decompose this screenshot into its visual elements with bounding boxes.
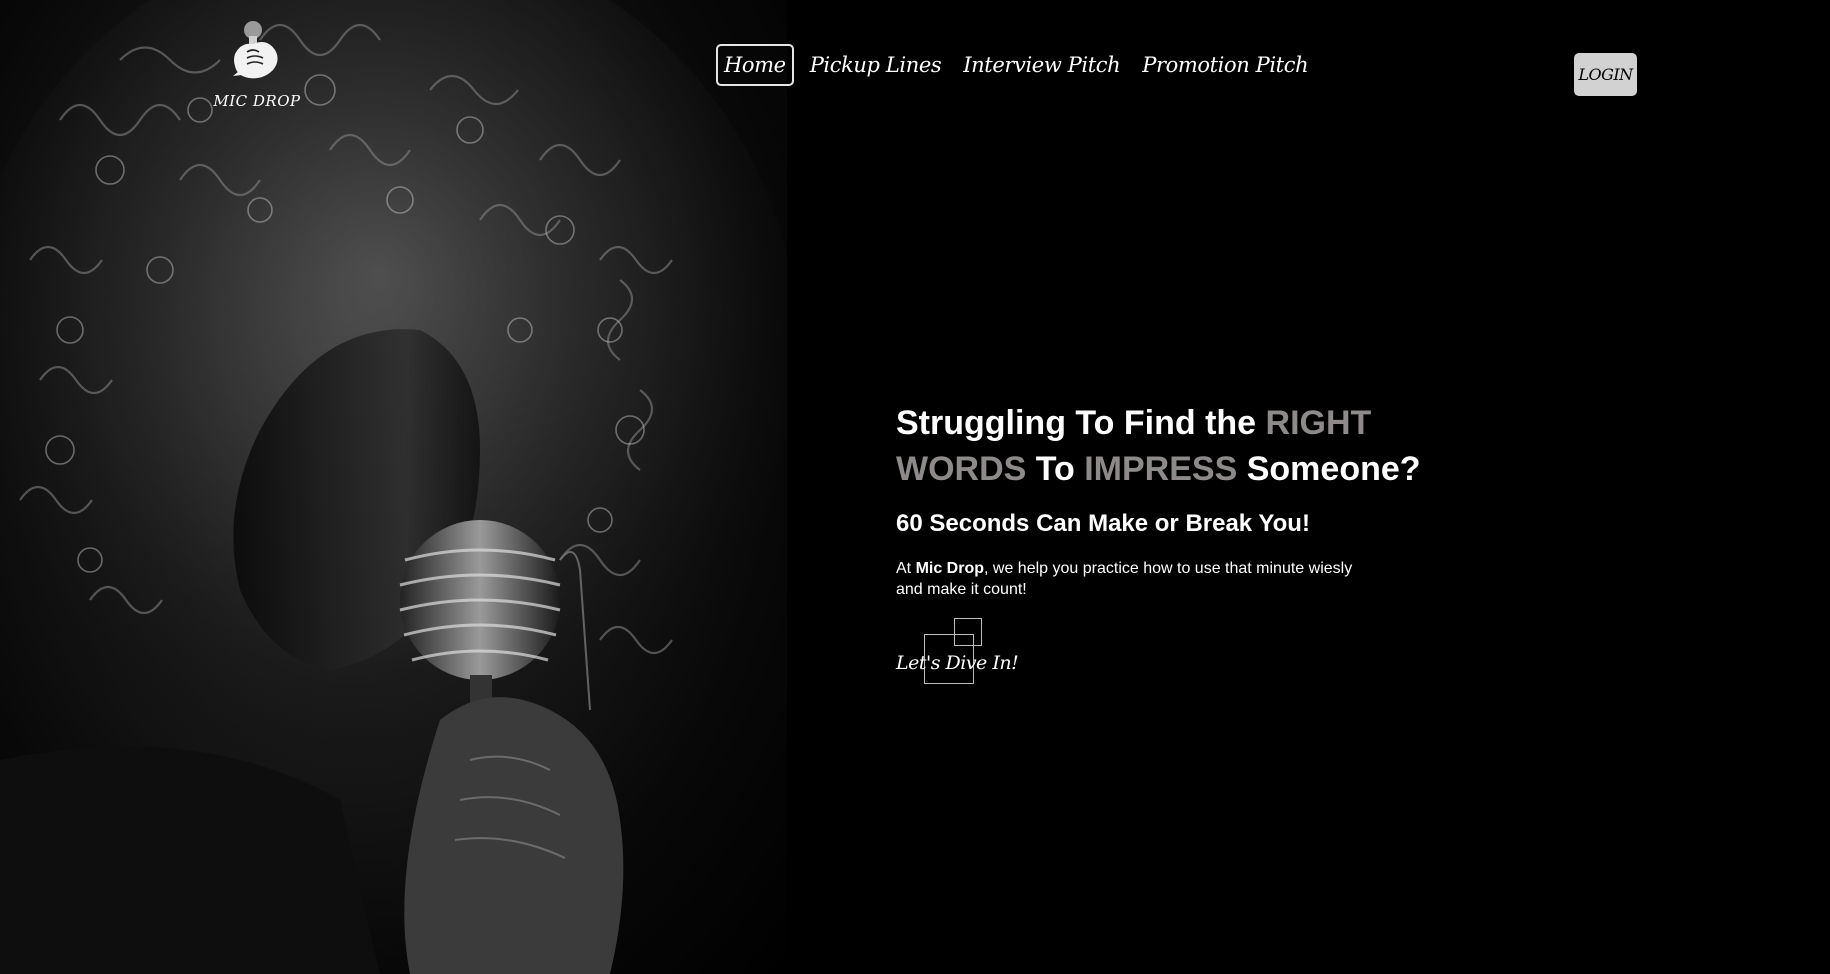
landing-page: MIC DROP Home Pickup Lines Interview Pit… bbox=[0, 0, 1830, 974]
nav-item-promotion-pitch[interactable]: Promotion Pitch bbox=[1136, 46, 1314, 84]
brand-name: MIC DROP bbox=[213, 92, 301, 110]
nav-item-pickup-lines[interactable]: Pickup Lines bbox=[804, 46, 948, 84]
cta-label: Let's Dive In! bbox=[896, 652, 1019, 674]
microphone-fist-icon bbox=[225, 18, 289, 82]
headline-part-3: Someone? bbox=[1237, 450, 1421, 488]
hero-content: Struggling To Find the RIGHT WORDS To IM… bbox=[896, 400, 1476, 684]
hero-description: At Mic Drop, we help you practice how to… bbox=[896, 558, 1366, 600]
cta-button[interactable]: Let's Dive In! bbox=[896, 618, 1019, 684]
hero-headline: Struggling To Find the RIGHT WORDS To IM… bbox=[896, 400, 1476, 492]
main-nav: Home Pickup Lines Interview Pitch Promot… bbox=[716, 44, 1314, 86]
desc-prefix: At bbox=[896, 560, 916, 577]
login-button[interactable]: LOGIN bbox=[1574, 53, 1637, 96]
cta-decor-square-small bbox=[954, 618, 982, 646]
hero-subheadline: 60 Seconds Can Make or Break You! bbox=[896, 510, 1310, 537]
desc-brand: Mic Drop bbox=[915, 560, 985, 577]
hero-photo bbox=[0, 0, 787, 974]
nav-item-home[interactable]: Home bbox=[716, 44, 794, 86]
headline-part-2: To bbox=[1026, 450, 1085, 488]
headline-part-1: Struggling To Find the bbox=[896, 404, 1266, 442]
headline-accent-impress: IMPRESS bbox=[1084, 450, 1238, 488]
nav-item-interview-pitch[interactable]: Interview Pitch bbox=[957, 46, 1126, 84]
singer-with-microphone-illustration bbox=[0, 0, 787, 974]
brand-logo[interactable]: MIC DROP bbox=[212, 18, 302, 110]
